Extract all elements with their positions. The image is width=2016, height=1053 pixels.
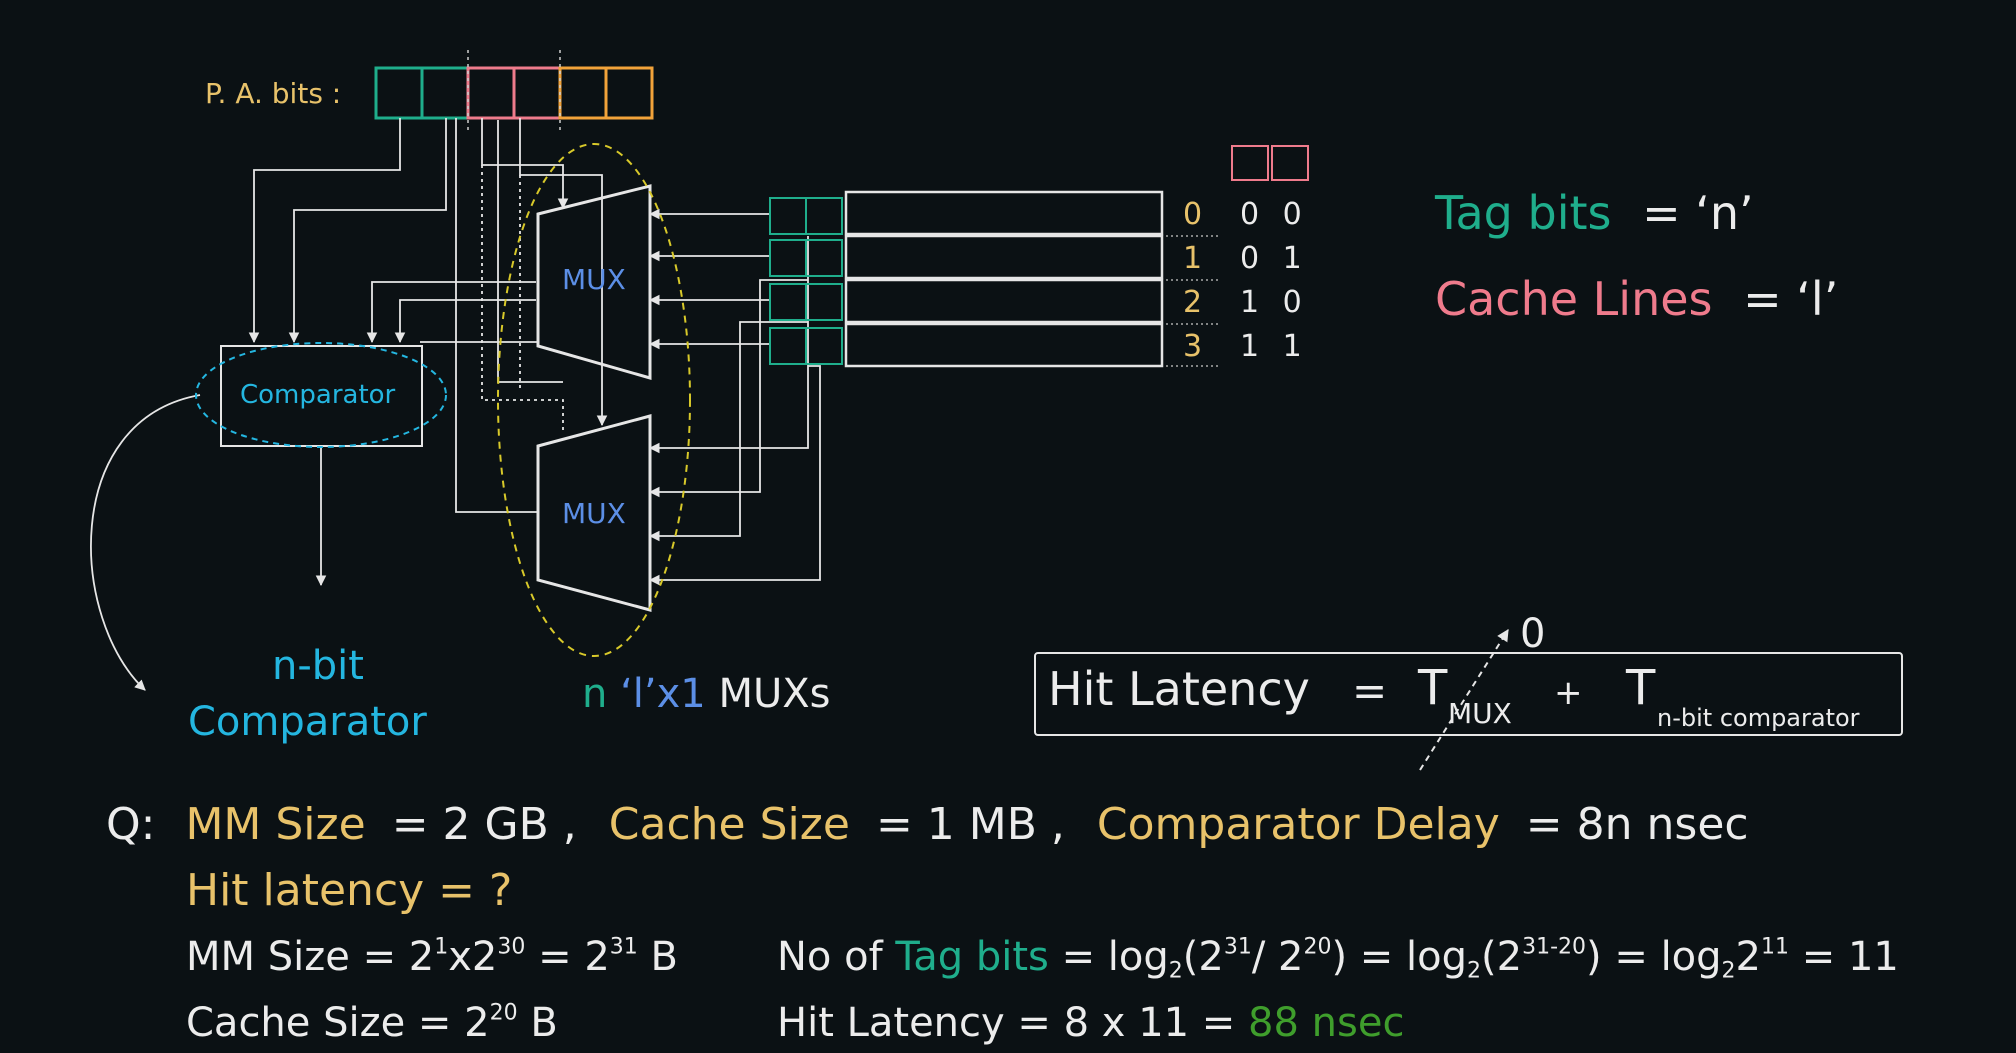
hit-latency-calc: Hit Latency = 8 x 11 = xyxy=(777,1000,1249,1046)
cache-size-post: B xyxy=(517,1000,558,1046)
log-base: 2 xyxy=(1467,958,1482,984)
mm-size-post: B xyxy=(637,934,678,980)
cache-size-value: = 1 MB , xyxy=(875,799,1065,850)
tag-result: = 11 xyxy=(1789,934,1899,980)
zero-annotation: 0 xyxy=(1520,611,1546,657)
nbit-comparator-line2: Comparator xyxy=(188,699,427,745)
index-bit-boxes xyxy=(1231,145,1309,181)
tag-bits-definition: Tag bits = ‘n’ xyxy=(1435,190,1754,236)
mm-size-solution: MM Size = 21x230 = 231 B xyxy=(186,934,678,980)
t-mux: T xyxy=(1418,660,1448,716)
tag-two: 2 xyxy=(1735,934,1761,980)
exp-11: 11 xyxy=(1761,934,1789,960)
hit-latency-question: Hit latency = ? xyxy=(186,865,513,916)
question-marker: Q: xyxy=(106,799,156,850)
mm-size-value: = 2 GB , xyxy=(391,799,577,850)
exp-31-20: 31-20 xyxy=(1522,934,1587,960)
mm-size-mid: x2 xyxy=(448,934,498,980)
mux-count-n: n xyxy=(582,671,608,717)
log-base: 2 xyxy=(1721,958,1736,984)
line-number: 0 xyxy=(1183,197,1203,232)
mm-exp-31: 31 xyxy=(609,934,638,960)
formula-plus: + xyxy=(1554,673,1583,713)
tag-bits-label: Tag bits xyxy=(1435,186,1612,240)
tag-eq-log-2: ) = log xyxy=(1331,934,1468,980)
hit-latency-eq: = xyxy=(1352,666,1388,715)
comparator-delay-value: = 8n nsec xyxy=(1525,799,1749,850)
tag-pre: No of xyxy=(777,934,896,980)
tag-bits-value: = ‘n’ xyxy=(1642,186,1754,240)
nbit-comparator-line1: n-bit xyxy=(272,643,364,689)
hit-latency-lhs: Hit Latency xyxy=(1048,662,1310,716)
t-comparator-subscript: n-bit comparator xyxy=(1657,704,1860,732)
comparator-label: Comparator xyxy=(240,380,396,410)
mux-label-top: MUX xyxy=(562,263,626,296)
cache-size-label: Cache Size xyxy=(608,799,850,850)
tag-paren-2: (2 xyxy=(1481,934,1523,980)
tag-bits-highlight: Tag bits xyxy=(895,934,1049,980)
line-binary: 1 0 xyxy=(1240,285,1302,320)
cache-exp-20: 20 xyxy=(489,1000,518,1026)
mux-count-text: MUXs xyxy=(718,671,831,717)
cache-lines-value: = ‘l’ xyxy=(1743,272,1839,326)
log-base: 2 xyxy=(1168,958,1183,984)
cache-size-solution: Cache Size = 220 B xyxy=(186,1000,558,1046)
line-binary: 0 0 xyxy=(1240,197,1302,232)
mm-exp-30: 30 xyxy=(497,934,526,960)
t-mux-subscript: MUX xyxy=(1448,697,1512,730)
cache-size-pre: Cache Size = 2 xyxy=(186,1000,490,1046)
mux-label-bottom: MUX xyxy=(562,497,626,530)
exp-20: 20 xyxy=(1303,934,1332,960)
line-number: 1 xyxy=(1183,241,1203,276)
line-binary: 0 1 xyxy=(1240,241,1302,276)
mm-size-label: MM Size xyxy=(185,799,366,850)
question-line: Q: MM Size = 2 GB , Cache Size = 1 MB , … xyxy=(106,803,1749,847)
tag-eq-log: = log xyxy=(1048,934,1169,980)
mux-shapes xyxy=(536,184,652,612)
tag-cells xyxy=(769,197,843,365)
pa-bits-label: P. A. bits : xyxy=(205,77,342,110)
mux-count-label: n ‘l’x1 MUXs xyxy=(582,674,831,714)
mm-size-eq: = 2 xyxy=(525,934,610,980)
line-binary: 1 1 xyxy=(1240,329,1302,364)
cache-lines xyxy=(844,190,1164,368)
exp-31: 31 xyxy=(1223,934,1252,960)
cache-lines-definition: Cache Lines = ‘l’ xyxy=(1435,276,1838,322)
line-number: 3 xyxy=(1183,329,1203,364)
cache-lines-label: Cache Lines xyxy=(1435,272,1713,326)
hit-latency-result: 88 nsec xyxy=(1248,1000,1405,1046)
pa-bits-register xyxy=(374,50,654,130)
tag-paren: (2 xyxy=(1182,934,1224,980)
mm-exp-1: 1 xyxy=(434,934,449,960)
hit-latency-solution: Hit Latency = 8 x 11 = 88 nsec xyxy=(777,1003,1404,1043)
mm-size-pre: MM Size = 2 xyxy=(186,934,435,980)
line-number: 2 xyxy=(1183,285,1203,320)
tag-div: / 2 xyxy=(1251,934,1304,980)
comparator-delay-label: Comparator Delay xyxy=(1096,799,1500,850)
mux-count-l: ‘l’x1 xyxy=(620,671,706,717)
t-comparator: T xyxy=(1626,660,1656,716)
tag-bits-solution: No of Tag bits = log2(231/ 220) = log2(2… xyxy=(777,934,1899,982)
tag-eq-log-3: ) = log xyxy=(1586,934,1722,980)
